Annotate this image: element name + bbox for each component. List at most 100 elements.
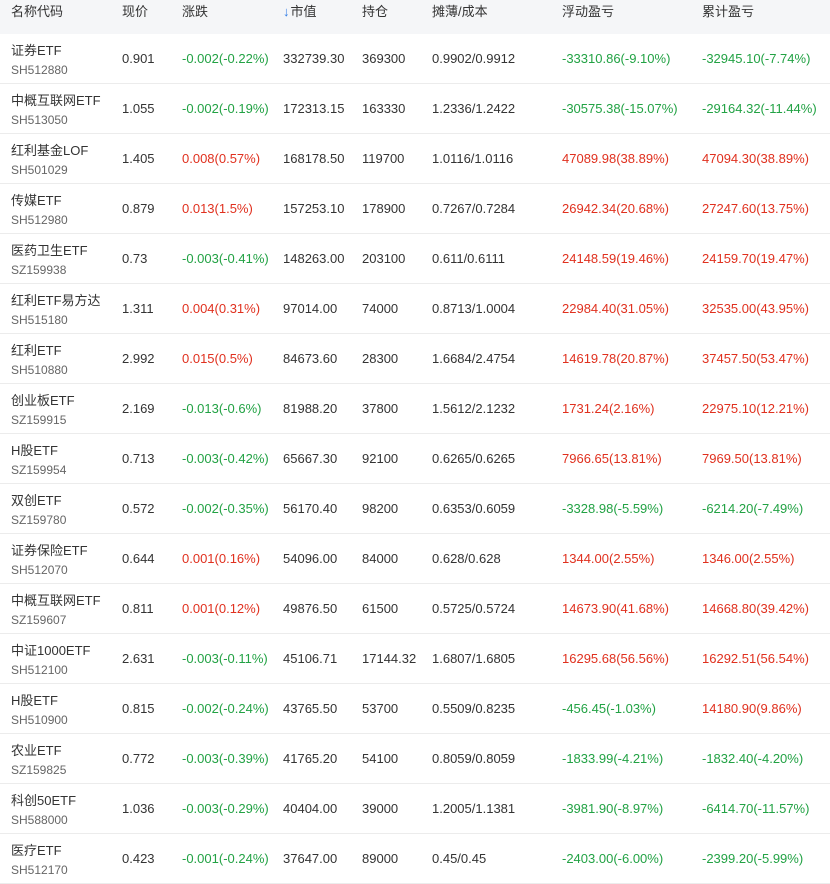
total-pnl: 27247.60(13.75%) — [702, 201, 809, 216]
float-pnl: -1833.99(-4.21%) — [562, 751, 664, 766]
total-pnl: 24159.70(19.47%) — [702, 251, 809, 266]
market-value: 157253.10 — [283, 201, 345, 216]
table-row[interactable]: 红利ETF易方达 SH515180 1.311 0.004(0.31%) 97014.0… — [0, 284, 830, 334]
float-pnl: 7966.65(13.81%) — [562, 451, 662, 466]
sort-down-arrow-icon: ↓ — [283, 4, 290, 19]
table-row[interactable]: 红利基金LOF SH501029 1.405 0.008(0.57%) 168178.5… — [0, 134, 830, 184]
diluted-cost: 1.2005/1.1381 — [432, 801, 516, 816]
price-change: -0.002(-0.19%) — [182, 101, 269, 116]
holding-quantity: 84000 — [362, 551, 399, 566]
price-change: -0.002(-0.35%) — [182, 501, 269, 516]
holding-quantity: 61500 — [362, 601, 399, 616]
float-pnl: -33310.86(-9.10%) — [562, 51, 671, 66]
header-price[interactable]: 现价 — [122, 0, 148, 34]
float-pnl: -3328.98(-5.59%) — [562, 501, 664, 516]
market-value: 54096.00 — [283, 551, 338, 566]
total-pnl: -32945.10(-7.74%) — [702, 51, 811, 66]
float-pnl: -456.45(-1.03%) — [562, 701, 656, 716]
stock-code: SZ159954 — [11, 463, 67, 477]
total-pnl: -6214.20(-7.49%) — [702, 501, 804, 516]
current-price: 1.036 — [122, 801, 155, 816]
header-change[interactable]: 涨跌 — [182, 0, 208, 34]
float-pnl: 14619.78(20.87%) — [562, 351, 669, 366]
stock-name: 医疗ETF — [11, 843, 62, 858]
header-name-code[interactable]: 名称代码 — [11, 0, 63, 34]
header-total-pnl[interactable]: 累计盈亏 — [702, 0, 754, 34]
table-row[interactable]: H股ETF SZ159954 0.713 -0.003(-0.42%) 65667.30… — [0, 434, 830, 484]
total-pnl: -2399.20(-5.99%) — [702, 851, 804, 866]
header-market-value[interactable]: ↓市值 — [283, 0, 317, 34]
stock-name: H股ETF — [11, 693, 58, 708]
table-row[interactable]: 双创ETF SZ159780 0.572 -0.002(-0.35%) 56170.40… — [0, 484, 830, 534]
current-price: 0.811 — [122, 601, 154, 616]
current-price: 0.644 — [122, 551, 155, 566]
stock-name: 中概互联网ETF — [11, 593, 101, 608]
price-change: 0.001(0.16%) — [182, 551, 261, 566]
holding-quantity: 203100 — [362, 251, 406, 266]
stock-code: SZ159938 — [11, 263, 67, 277]
holding-quantity: 54100 — [362, 751, 399, 766]
price-change: 0.015(0.5%) — [182, 351, 253, 366]
current-price: 0.815 — [122, 701, 155, 716]
stock-code: SZ159607 — [11, 613, 67, 627]
current-price: 0.879 — [122, 201, 155, 216]
holding-quantity: 98200 — [362, 501, 399, 516]
total-pnl: -6414.70(-11.57%) — [702, 801, 810, 816]
header-holdings[interactable]: 持仓 — [362, 0, 388, 34]
header-cost[interactable]: 摊薄/成本 — [432, 0, 488, 34]
price-change: -0.001(-0.24%) — [182, 851, 269, 866]
diluted-cost: 0.611/0.6111 — [432, 251, 506, 266]
stock-name: 创业板ETF — [11, 393, 75, 408]
diluted-cost: 0.8059/0.8059 — [432, 751, 516, 766]
table-header: 名称代码 现价 涨跌 ↓市值 持仓 摊薄/成本 浮动盈亏 累计盈亏 — [0, 0, 830, 34]
table-row[interactable]: 中证1000ETF SH512100 2.631 -0.003(-0.11%) 4510… — [0, 634, 830, 684]
price-change: -0.003(-0.11%) — [182, 651, 268, 666]
stock-name: 科创50ETF — [11, 793, 77, 808]
diluted-cost: 1.6807/1.6805 — [432, 651, 516, 666]
table-row[interactable]: 红利ETF SH510880 2.992 0.015(0.5%) 84673.60 283… — [0, 334, 830, 384]
table-row[interactable]: 证券保险ETF SH512070 0.644 0.001(0.16%) 54096.00… — [0, 534, 830, 584]
stock-name: 医药卫生ETF — [11, 243, 88, 258]
total-pnl: 47094.30(38.89%) — [702, 151, 809, 166]
total-pnl: 32535.00(43.95%) — [702, 301, 809, 316]
market-value: 41765.20 — [283, 751, 338, 766]
table-row[interactable]: H股ETF SH510900 0.815 -0.002(-0.24%) 43765.50… — [0, 684, 830, 734]
current-price: 2.992 — [122, 351, 155, 366]
price-change: 0.013(1.5%) — [182, 201, 253, 216]
float-pnl: 16295.68(56.56%) — [562, 651, 669, 666]
stock-code: SH512880 — [11, 63, 68, 77]
market-value: 84673.60 — [283, 351, 338, 366]
diluted-cost: 1.0116/1.0116 — [432, 151, 514, 166]
diluted-cost: 0.6353/0.6059 — [432, 501, 516, 516]
market-value: 172313.15 — [283, 101, 345, 116]
diluted-cost: 1.6684/2.4754 — [432, 351, 516, 366]
table-row[interactable]: 医药卫生ETF SZ159938 0.73 -0.003(-0.41%) 148263.… — [0, 234, 830, 284]
holding-quantity: 53700 — [362, 701, 399, 716]
diluted-cost: 0.628/0.628 — [432, 551, 501, 566]
current-price: 0.423 — [122, 851, 155, 866]
header-float-pnl[interactable]: 浮动盈亏 — [562, 0, 614, 34]
table-row[interactable]: 传媒ETF SH512980 0.879 0.013(1.5%) 157253.10 17… — [0, 184, 830, 234]
price-change: -0.002(-0.24%) — [182, 701, 269, 716]
table-row[interactable]: 农业ETF SZ159825 0.772 -0.003(-0.39%) 41765.20… — [0, 734, 830, 784]
stock-name: H股ETF — [11, 443, 58, 458]
table-row[interactable]: 创业板ETF SZ159915 2.169 -0.013(-0.6%) 81988.20… — [0, 384, 830, 434]
holding-quantity: 74000 — [362, 301, 399, 316]
stock-name: 中概互联网ETF — [11, 93, 101, 108]
price-change: -0.003(-0.42%) — [182, 451, 269, 466]
diluted-cost: 0.45/0.45 — [432, 851, 487, 866]
table-row[interactable]: 中概互联网ETF SZ159607 0.811 0.001(0.12%) 49876.5… — [0, 584, 830, 634]
holding-quantity: 119700 — [362, 151, 405, 166]
table-row[interactable]: 科创50ETF SH588000 1.036 -0.003(-0.29%) 40404.… — [0, 784, 830, 834]
table-row[interactable]: 中概互联网ETF SH513050 1.055 -0.002(-0.19%) 17231… — [0, 84, 830, 134]
current-price: 0.572 — [122, 501, 155, 516]
stock-code: SH510880 — [11, 363, 68, 377]
market-value: 43765.50 — [283, 701, 338, 716]
stock-code: SZ159825 — [11, 763, 67, 777]
stock-name: 红利ETF易方达 — [11, 293, 101, 308]
stock-code: SZ159780 — [11, 513, 67, 527]
current-price: 1.055 — [122, 101, 155, 116]
price-change: 0.004(0.31%) — [182, 301, 261, 316]
table-row[interactable]: 医疗ETF SH512170 0.423 -0.001(-0.24%) 37647.00… — [0, 834, 830, 884]
table-row[interactable]: 证券ETF SH512880 0.901 -0.002(-0.22%) 332739.3… — [0, 34, 830, 84]
